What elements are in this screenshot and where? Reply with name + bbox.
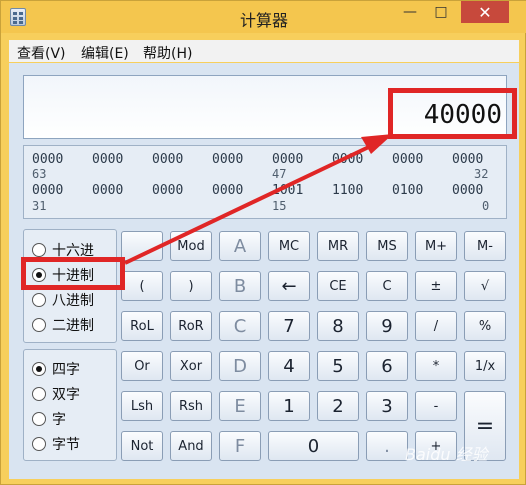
bit-group[interactable]: 0000 xyxy=(212,183,243,198)
bit-index-label: 32 xyxy=(474,167,489,181)
hex-e-key[interactable]: E xyxy=(219,391,261,421)
radio-button[interactable] xyxy=(32,412,46,426)
bit-index-label: 63 xyxy=(32,167,47,181)
rotate-right-key[interactable]: RoR xyxy=(170,311,212,341)
hex-b-key[interactable]: B xyxy=(219,271,261,301)
radio-label: 字节 xyxy=(52,437,80,453)
bit-group[interactable]: 0000 xyxy=(392,152,423,167)
not-key[interactable]: Not xyxy=(121,431,163,461)
digit-9-key[interactable]: 9 xyxy=(366,311,408,341)
bit-group[interactable]: 0000 xyxy=(32,183,63,198)
and-key[interactable]: And xyxy=(170,431,212,461)
digit-3-key[interactable]: 3 xyxy=(366,391,408,421)
bit-group[interactable]: 0000 xyxy=(32,152,63,167)
bit-index-label: 47 xyxy=(272,167,287,181)
menu-help[interactable]: 帮助(H) xyxy=(143,43,192,63)
calculator-window: 计算器 — □ ✕ 查看(V) 编辑(E) 帮助(H) 4 0000 0000 0… xyxy=(0,0,526,485)
or-key[interactable]: Or xyxy=(121,351,163,381)
bit-index-label: 31 xyxy=(32,199,47,213)
bit-group[interactable]: 0000 xyxy=(452,183,483,198)
radio-bin[interactable]: 二进制 xyxy=(32,315,94,335)
bit-index-label: 15 xyxy=(272,199,287,213)
m-minus-key[interactable]: M- xyxy=(464,231,506,261)
radio-oct[interactable]: 八进制 xyxy=(32,290,94,310)
bit-group[interactable]: 1001 xyxy=(272,183,303,198)
open-paren-key[interactable]: ( xyxy=(121,271,163,301)
bit-group[interactable]: 0000 xyxy=(92,183,123,198)
radio-byte[interactable]: 字节 xyxy=(32,434,80,454)
digit-1-key[interactable]: 1 xyxy=(268,391,310,421)
mc-key[interactable]: MC xyxy=(268,231,310,261)
clear-key[interactable]: C xyxy=(366,271,408,301)
divide-key[interactable]: / xyxy=(415,311,457,341)
radio-label: 二进制 xyxy=(52,318,94,334)
radio-qword[interactable]: 四字 xyxy=(32,359,80,379)
bit-group[interactable]: 0100 xyxy=(392,183,423,198)
radio-button[interactable] xyxy=(32,293,46,307)
bit-group[interactable]: 0000 xyxy=(212,152,243,167)
bit-group[interactable]: 0000 xyxy=(272,152,303,167)
menu-bar: 查看(V) 编辑(E) 帮助(H) xyxy=(9,40,519,62)
word-size-group: 四字 双字 字 字节 xyxy=(23,349,117,461)
radio-label: 四字 xyxy=(52,362,80,378)
subtract-key[interactable]: - xyxy=(415,391,457,421)
decimal-key[interactable]: . xyxy=(366,431,408,461)
close-paren-key[interactable]: ) xyxy=(170,271,212,301)
radio-label: 字 xyxy=(52,412,66,428)
decimal-radio-highlight-box xyxy=(21,257,125,290)
hex-f-key[interactable]: F xyxy=(219,431,261,461)
minimize-button[interactable]: — xyxy=(396,1,424,23)
radio-word[interactable]: 字 xyxy=(32,409,66,429)
radio-label: 八进制 xyxy=(52,293,94,309)
radio-button[interactable] xyxy=(32,243,46,257)
backspace-key[interactable]: ← xyxy=(268,271,310,301)
negate-key[interactable]: ± xyxy=(415,271,457,301)
digit-7-key[interactable]: 7 xyxy=(268,311,310,341)
radio-button-selected[interactable] xyxy=(32,362,46,376)
display-highlight-box xyxy=(388,88,517,139)
bit-display: 0000 0000 0000 0000 0000 0000 0000 0000 … xyxy=(23,145,507,219)
hex-a-key[interactable]: A xyxy=(219,231,261,261)
digit-5-key[interactable]: 5 xyxy=(317,351,359,381)
bit-group[interactable]: 0000 xyxy=(92,152,123,167)
ms-key[interactable]: MS xyxy=(366,231,408,261)
bit-group[interactable]: 1100 xyxy=(332,183,363,198)
menu-view[interactable]: 查看(V) xyxy=(17,43,66,63)
bit-index-label: 0 xyxy=(482,199,490,213)
digit-2-key[interactable]: 2 xyxy=(317,391,359,421)
bit-group[interactable]: 0000 xyxy=(332,152,363,167)
right-shift-key[interactable]: Rsh xyxy=(170,391,212,421)
rotate-left-key[interactable]: RoL xyxy=(121,311,163,341)
reciprocal-key[interactable]: 1/x xyxy=(464,351,506,381)
bit-group[interactable]: 0000 xyxy=(452,152,483,167)
sqrt-key[interactable]: √ xyxy=(464,271,506,301)
radio-button[interactable] xyxy=(32,387,46,401)
menu-edit[interactable]: 编辑(E) xyxy=(81,43,129,63)
blank-key[interactable] xyxy=(121,231,163,261)
hex-c-key[interactable]: C xyxy=(219,311,261,341)
digit-6-key[interactable]: 6 xyxy=(366,351,408,381)
left-shift-key[interactable]: Lsh xyxy=(121,391,163,421)
title-bar[interactable]: 计算器 — □ ✕ xyxy=(1,1,526,33)
close-button[interactable]: ✕ xyxy=(461,1,509,23)
clear-entry-key[interactable]: CE xyxy=(317,271,359,301)
hex-d-key[interactable]: D xyxy=(219,351,261,381)
bit-group[interactable]: 0000 xyxy=(152,183,183,198)
digit-4-key[interactable]: 4 xyxy=(268,351,310,381)
digit-0-key[interactable]: 0 xyxy=(268,431,359,461)
bit-group[interactable]: 0000 xyxy=(152,152,183,167)
mr-key[interactable]: MR xyxy=(317,231,359,261)
xor-key[interactable]: Xor xyxy=(170,351,212,381)
radio-label: 双字 xyxy=(52,387,80,403)
percent-key[interactable]: % xyxy=(464,311,506,341)
mod-key[interactable]: Mod xyxy=(170,231,212,261)
m-plus-key[interactable]: M+ xyxy=(415,231,457,261)
watermark: Baidu 经验 xyxy=(405,445,488,464)
maximize-button[interactable]: □ xyxy=(427,1,455,23)
multiply-key[interactable]: * xyxy=(415,351,457,381)
radio-dword[interactable]: 双字 xyxy=(32,384,80,404)
radio-button[interactable] xyxy=(32,437,46,451)
radio-button[interactable] xyxy=(32,318,46,332)
digit-8-key[interactable]: 8 xyxy=(317,311,359,341)
